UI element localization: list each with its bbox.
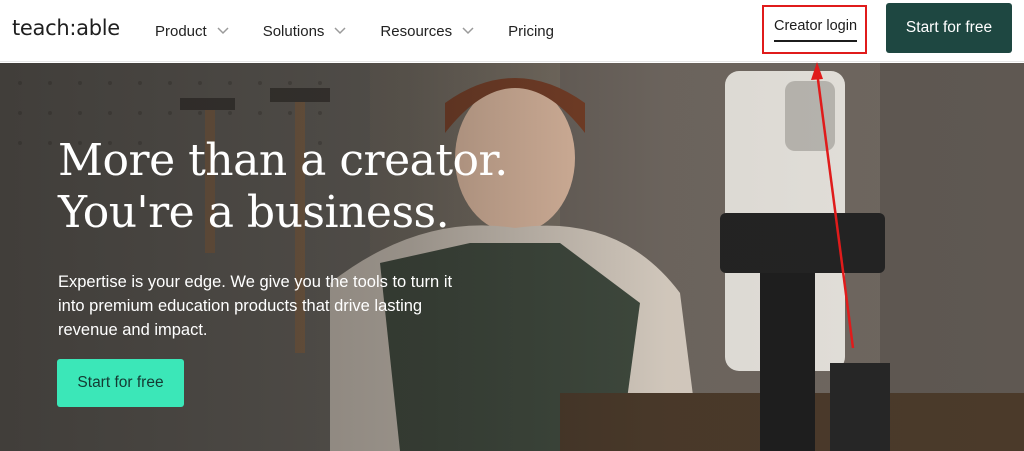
teachable-logo[interactable]: teach:able xyxy=(12,16,120,40)
nav-item-label: Pricing xyxy=(508,22,554,40)
nav-item-label: Solutions xyxy=(262,22,325,40)
nav-item-solutions[interactable]: Solutions xyxy=(263,23,347,40)
nav-item-label: Product xyxy=(155,22,207,40)
hero-subtext: Expertise is your edge. We give you the … xyxy=(58,273,453,339)
start-for-free-button-header[interactable]: Start for free xyxy=(886,3,1012,53)
nav-item-label: Resources xyxy=(380,22,453,40)
nav-item-resources[interactable]: Resources xyxy=(380,23,474,40)
main-nav: Product Solutions Resources Pricing xyxy=(155,0,588,62)
hero-headline-line-2: You're a business. xyxy=(58,187,450,238)
hero-headline: More than a creator. You're a business. xyxy=(58,135,508,239)
hero-section: More than a creator. You're a business. … xyxy=(0,63,1024,451)
chevron-down-icon xyxy=(334,25,346,37)
site-header: teach:able Product Solutions Resources P… xyxy=(0,0,1024,62)
creator-login-link[interactable]: Creator login xyxy=(774,18,858,42)
chevron-down-icon xyxy=(462,25,474,37)
hero-headline-line-1: More than a creator. xyxy=(58,135,508,186)
nav-item-pricing[interactable]: Pricing xyxy=(508,23,554,40)
nav-item-product[interactable]: Product xyxy=(155,23,229,40)
chevron-down-icon xyxy=(217,25,229,37)
start-for-free-button-hero[interactable]: Start for free xyxy=(57,359,184,407)
